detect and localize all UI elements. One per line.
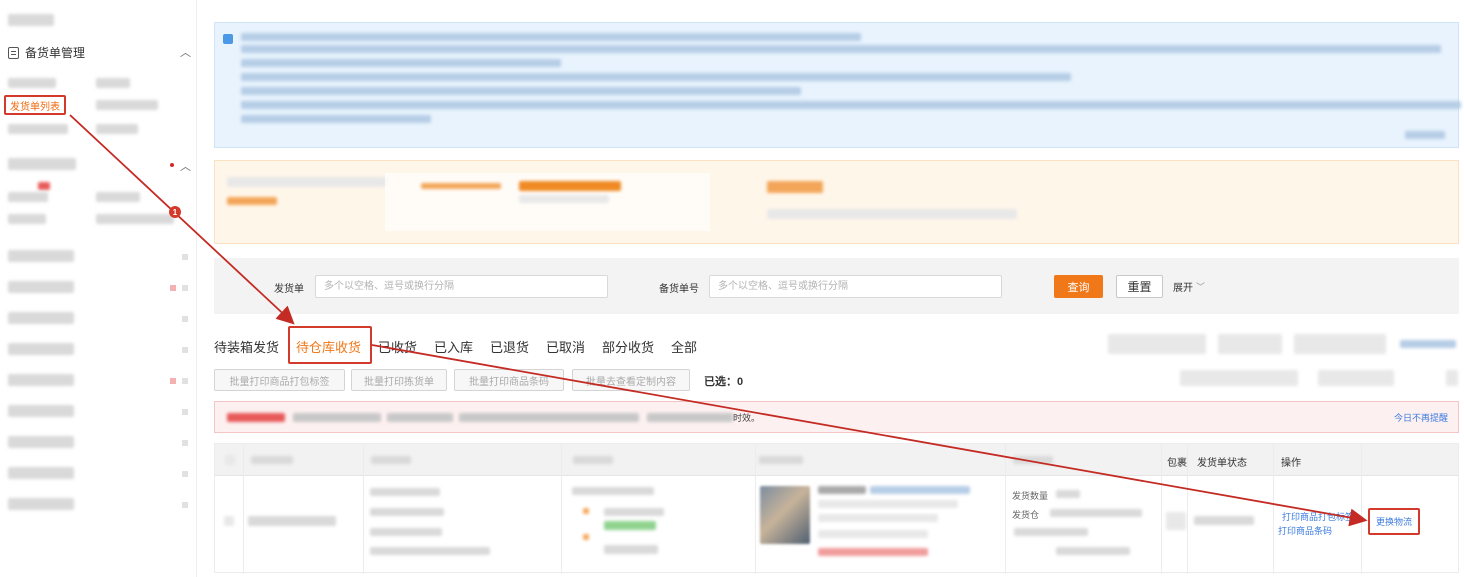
toolbar-control[interactable]: [1318, 370, 1394, 386]
dismiss-today-link[interactable]: 今日不再提醒: [1394, 411, 1448, 424]
sidebar-marker: [182, 254, 188, 260]
sidebar-marker: [182, 285, 188, 291]
sidebar-item[interactable]: [8, 343, 74, 355]
sidebar-group-title: 备货单管理: [25, 46, 86, 60]
toolbar-control[interactable]: [1108, 334, 1206, 354]
table-header: 包裹 发货单状态 操作: [215, 444, 1458, 476]
toolbar-control[interactable]: [1400, 340, 1456, 348]
tab-stored[interactable]: 已入库: [434, 337, 473, 356]
tab-pending-pack[interactable]: 待装箱发货: [214, 337, 279, 356]
batch-print-barcode-button[interactable]: 批量打印商品条码: [454, 369, 564, 391]
sidebar-marker: [182, 378, 188, 384]
sidebar-item[interactable]: [96, 124, 138, 134]
sidebar-marker: [170, 285, 176, 291]
sidebar-group-stock[interactable]: 备货单管理: [8, 44, 85, 61]
shipment-input-wrapper: [315, 275, 608, 298]
highlight-box-tab: [288, 326, 372, 364]
sidebar-group-item[interactable]: [8, 158, 76, 170]
toolbar-control[interactable]: [1180, 370, 1298, 386]
sidebar-item[interactable]: [8, 498, 74, 510]
sidebar-marker: [182, 316, 188, 322]
stock-order-input-wrapper: [709, 275, 1002, 298]
sidebar-marker: [182, 502, 188, 508]
sidebar-item[interactable]: [8, 374, 74, 386]
alert-banner: 时效。 今日不再提醒: [214, 401, 1459, 433]
tab-received[interactable]: 已收货: [378, 337, 417, 356]
print-pack-label-link[interactable]: 打印商品打包标签: [1282, 510, 1354, 523]
expand-label: 展开: [1173, 283, 1193, 294]
tab-partial[interactable]: 部分收货: [602, 337, 654, 356]
alert-text-tail: 时效。: [733, 413, 761, 423]
sidebar-item[interactable]: [8, 467, 74, 479]
sidebar-item[interactable]: [8, 250, 74, 262]
sidebar-item[interactable]: [8, 436, 74, 448]
shipment-label: 发货单: [274, 284, 304, 295]
header-status: 发货单状态: [1197, 458, 1247, 469]
sidebar-item-shipment-list[interactable]: 发货单列表: [4, 95, 66, 115]
toolbar-control[interactable]: [1446, 370, 1458, 386]
sidebar-marker: [182, 440, 188, 446]
tab-cancelled[interactable]: 已取消: [546, 337, 585, 356]
ship-qty-label: 发货数量: [1012, 491, 1049, 501]
expand-toggle[interactable]: 展开 ﹀: [1173, 279, 1205, 294]
chevron-up-icon[interactable]: ︿: [180, 158, 191, 174]
header-operation: 操作: [1281, 458, 1301, 469]
batch-print-picklist-button[interactable]: 批量打印拣货单: [351, 369, 447, 391]
sidebar-item[interactable]: [8, 124, 68, 134]
sidebar: 备货单管理 ︿ 发货单列表 ︿: [0, 0, 197, 577]
sidebar-item[interactable]: [8, 192, 48, 202]
sidebar-item[interactable]: [8, 405, 74, 417]
product-thumbnail[interactable]: [760, 486, 810, 544]
tab-all[interactable]: 全部: [671, 337, 697, 356]
selected-count: 已选：0: [704, 376, 744, 388]
sidebar-item[interactable]: [96, 192, 140, 202]
sidebar-item[interactable]: [8, 78, 56, 88]
sidebar-marker: [170, 378, 176, 384]
change-logistics-label: 更换物流: [1375, 517, 1412, 527]
sidebar-item-label: 发货单列表: [10, 101, 60, 113]
notification-dot: [170, 163, 174, 167]
sidebar-item[interactable]: [8, 281, 74, 293]
reset-button[interactable]: 重置: [1116, 275, 1163, 298]
stock-order-input[interactable]: [710, 276, 1001, 297]
batch-view-custom-button[interactable]: 批量去查看定制内容: [572, 369, 690, 391]
sidebar-item[interactable]: [8, 214, 46, 224]
toolbar-control[interactable]: [1294, 334, 1386, 354]
batch-print-pack-label-button[interactable]: 批量打印商品打包标签: [214, 369, 345, 391]
step-number-badge: 1: [169, 206, 181, 218]
sidebar-item[interactable]: [96, 214, 174, 224]
sidebar-item[interactable]: [8, 312, 74, 324]
header-package: 包裹: [1167, 458, 1187, 469]
warning-notice: [214, 160, 1459, 244]
toolbar-control[interactable]: [1218, 334, 1282, 354]
ship-warehouse-label: 发货仓: [1012, 510, 1040, 520]
chevron-up-icon[interactable]: ︿: [180, 44, 191, 60]
info-notice: [214, 22, 1461, 148]
sidebar-marker: [182, 347, 188, 353]
sidebar-marker: [182, 471, 188, 477]
info-icon: [223, 34, 233, 44]
tab-returned[interactable]: 已退货: [490, 337, 529, 356]
sidebar-item[interactable]: [96, 100, 158, 110]
sidebar-item[interactable]: [96, 78, 130, 88]
filter-bar: 发货单 备货单号 查询 重置 展开 ﹀: [214, 258, 1459, 314]
row-checkbox[interactable]: [224, 516, 234, 526]
stock-order-label: 备货单号: [659, 284, 699, 295]
query-button[interactable]: 查询: [1054, 275, 1103, 298]
chevron-down-icon: ﹀: [1196, 282, 1206, 292]
sidebar-marker: [182, 409, 188, 415]
print-barcode-link[interactable]: 打印商品条码: [1278, 524, 1332, 537]
change-logistics-button[interactable]: 更换物流: [1368, 508, 1420, 535]
sidebar-top-item[interactable]: [8, 14, 54, 26]
sidebar-badge: [38, 182, 50, 190]
document-icon: [8, 46, 19, 59]
shipment-input[interactable]: [316, 276, 607, 297]
select-all-checkbox[interactable]: [225, 455, 235, 465]
